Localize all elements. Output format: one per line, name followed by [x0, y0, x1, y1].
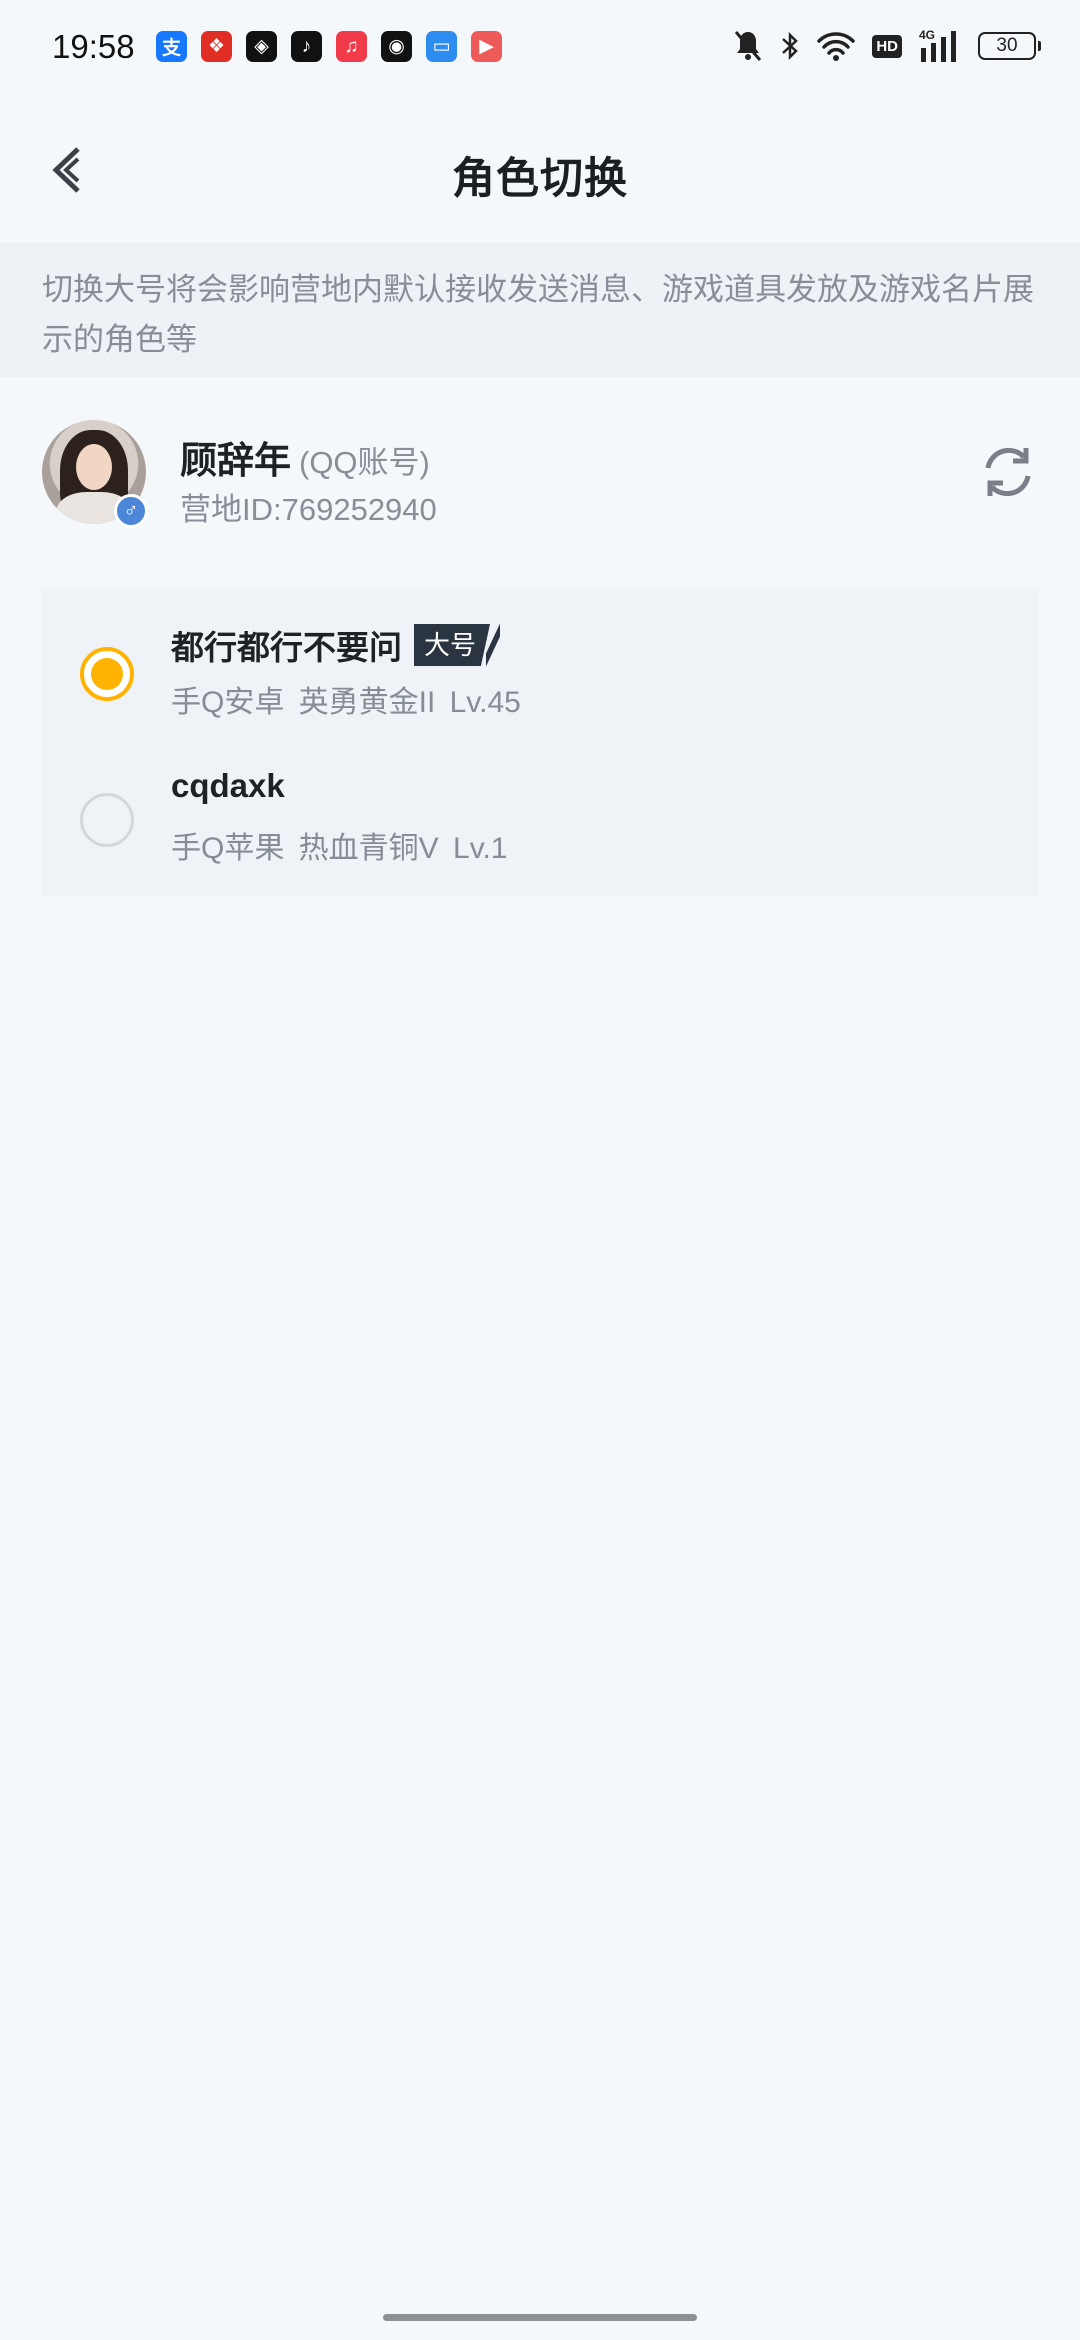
video-app-icon: ▶: [471, 31, 502, 62]
signal-icon: 4G: [919, 26, 961, 66]
role-name-text: cqdaxk: [171, 767, 285, 804]
role-name: cqdaxk: [171, 767, 285, 805]
role-name-text: 都行都行不要问: [171, 629, 402, 666]
status-bar: 19:58 支 ❖ ◈ ♪ ♫ ◉ ▭ ▶ HD 4G 30: [0, 0, 1080, 96]
role-name: 都行都行不要问 大号: [171, 621, 501, 669]
battery-icon: 30: [978, 26, 1041, 66]
notice-banner: 切换大号将会影响营地内默认接收发送消息、游戏道具发放及游戏名片展示的角色等: [0, 243, 1080, 377]
role-radio-selected[interactable]: [80, 647, 134, 701]
nav-bar: 角色切换: [0, 120, 1080, 220]
music-icon: ♫: [336, 31, 367, 62]
tiktok-icon: ♪: [291, 31, 322, 62]
main-account-badge: 大号: [414, 624, 501, 666]
role-meta: 手Q安卓 英勇黄金II Lv.45: [171, 686, 521, 719]
home-indicator[interactable]: [383, 2314, 697, 2321]
shield-app-icon: ◈: [246, 31, 277, 62]
refresh-icon: [985, 447, 1031, 497]
role-item[interactable]: cqdaxk 手Q苹果 热血青铜V Lv.1: [42, 765, 1038, 895]
status-time: 19:58: [52, 28, 135, 65]
wifi-icon: [817, 26, 856, 66]
wechat-icon: ◉: [381, 31, 412, 62]
notification-app-icons: 支 ❖ ◈ ♪ ♫ ◉ ▭ ▶: [156, 31, 502, 62]
alipay-icon: 支: [156, 31, 187, 62]
cloud-app-icon: ▭: [426, 31, 457, 62]
account-type: (QQ账号): [299, 445, 430, 480]
refresh-button[interactable]: [978, 442, 1038, 502]
camp-id: 营地ID:769252940: [180, 492, 437, 527]
role-radio-unselected[interactable]: [80, 793, 134, 847]
account-name-text: 顾辞年: [180, 440, 291, 481]
bluetooth-icon: [780, 26, 800, 66]
account-row: ♂ 顾辞年 (QQ账号) 营地ID:769252940: [0, 420, 1080, 530]
role-meta: 手Q苹果 热血青铜V Lv.1: [171, 832, 508, 865]
account-name: 顾辞年 (QQ账号): [180, 430, 430, 484]
male-gender-icon: ♂: [114, 494, 148, 528]
role-list: 都行都行不要问 大号 手Q安卓 英勇黄金II Lv.45 cqdaxk 手Q苹果…: [42, 589, 1038, 896]
system-icons: HD 4G 30: [733, 26, 1041, 66]
hd-icon: HD: [872, 26, 902, 66]
battery-level: 30: [978, 32, 1041, 60]
mute-bell-icon: [733, 26, 763, 66]
role-item[interactable]: 都行都行不要问 大号 手Q安卓 英勇黄金II Lv.45: [42, 619, 1038, 749]
pinduoduo-icon: ❖: [201, 31, 232, 62]
page-title: 角色切换: [452, 155, 628, 203]
network-type-label: 4G: [919, 28, 935, 42]
